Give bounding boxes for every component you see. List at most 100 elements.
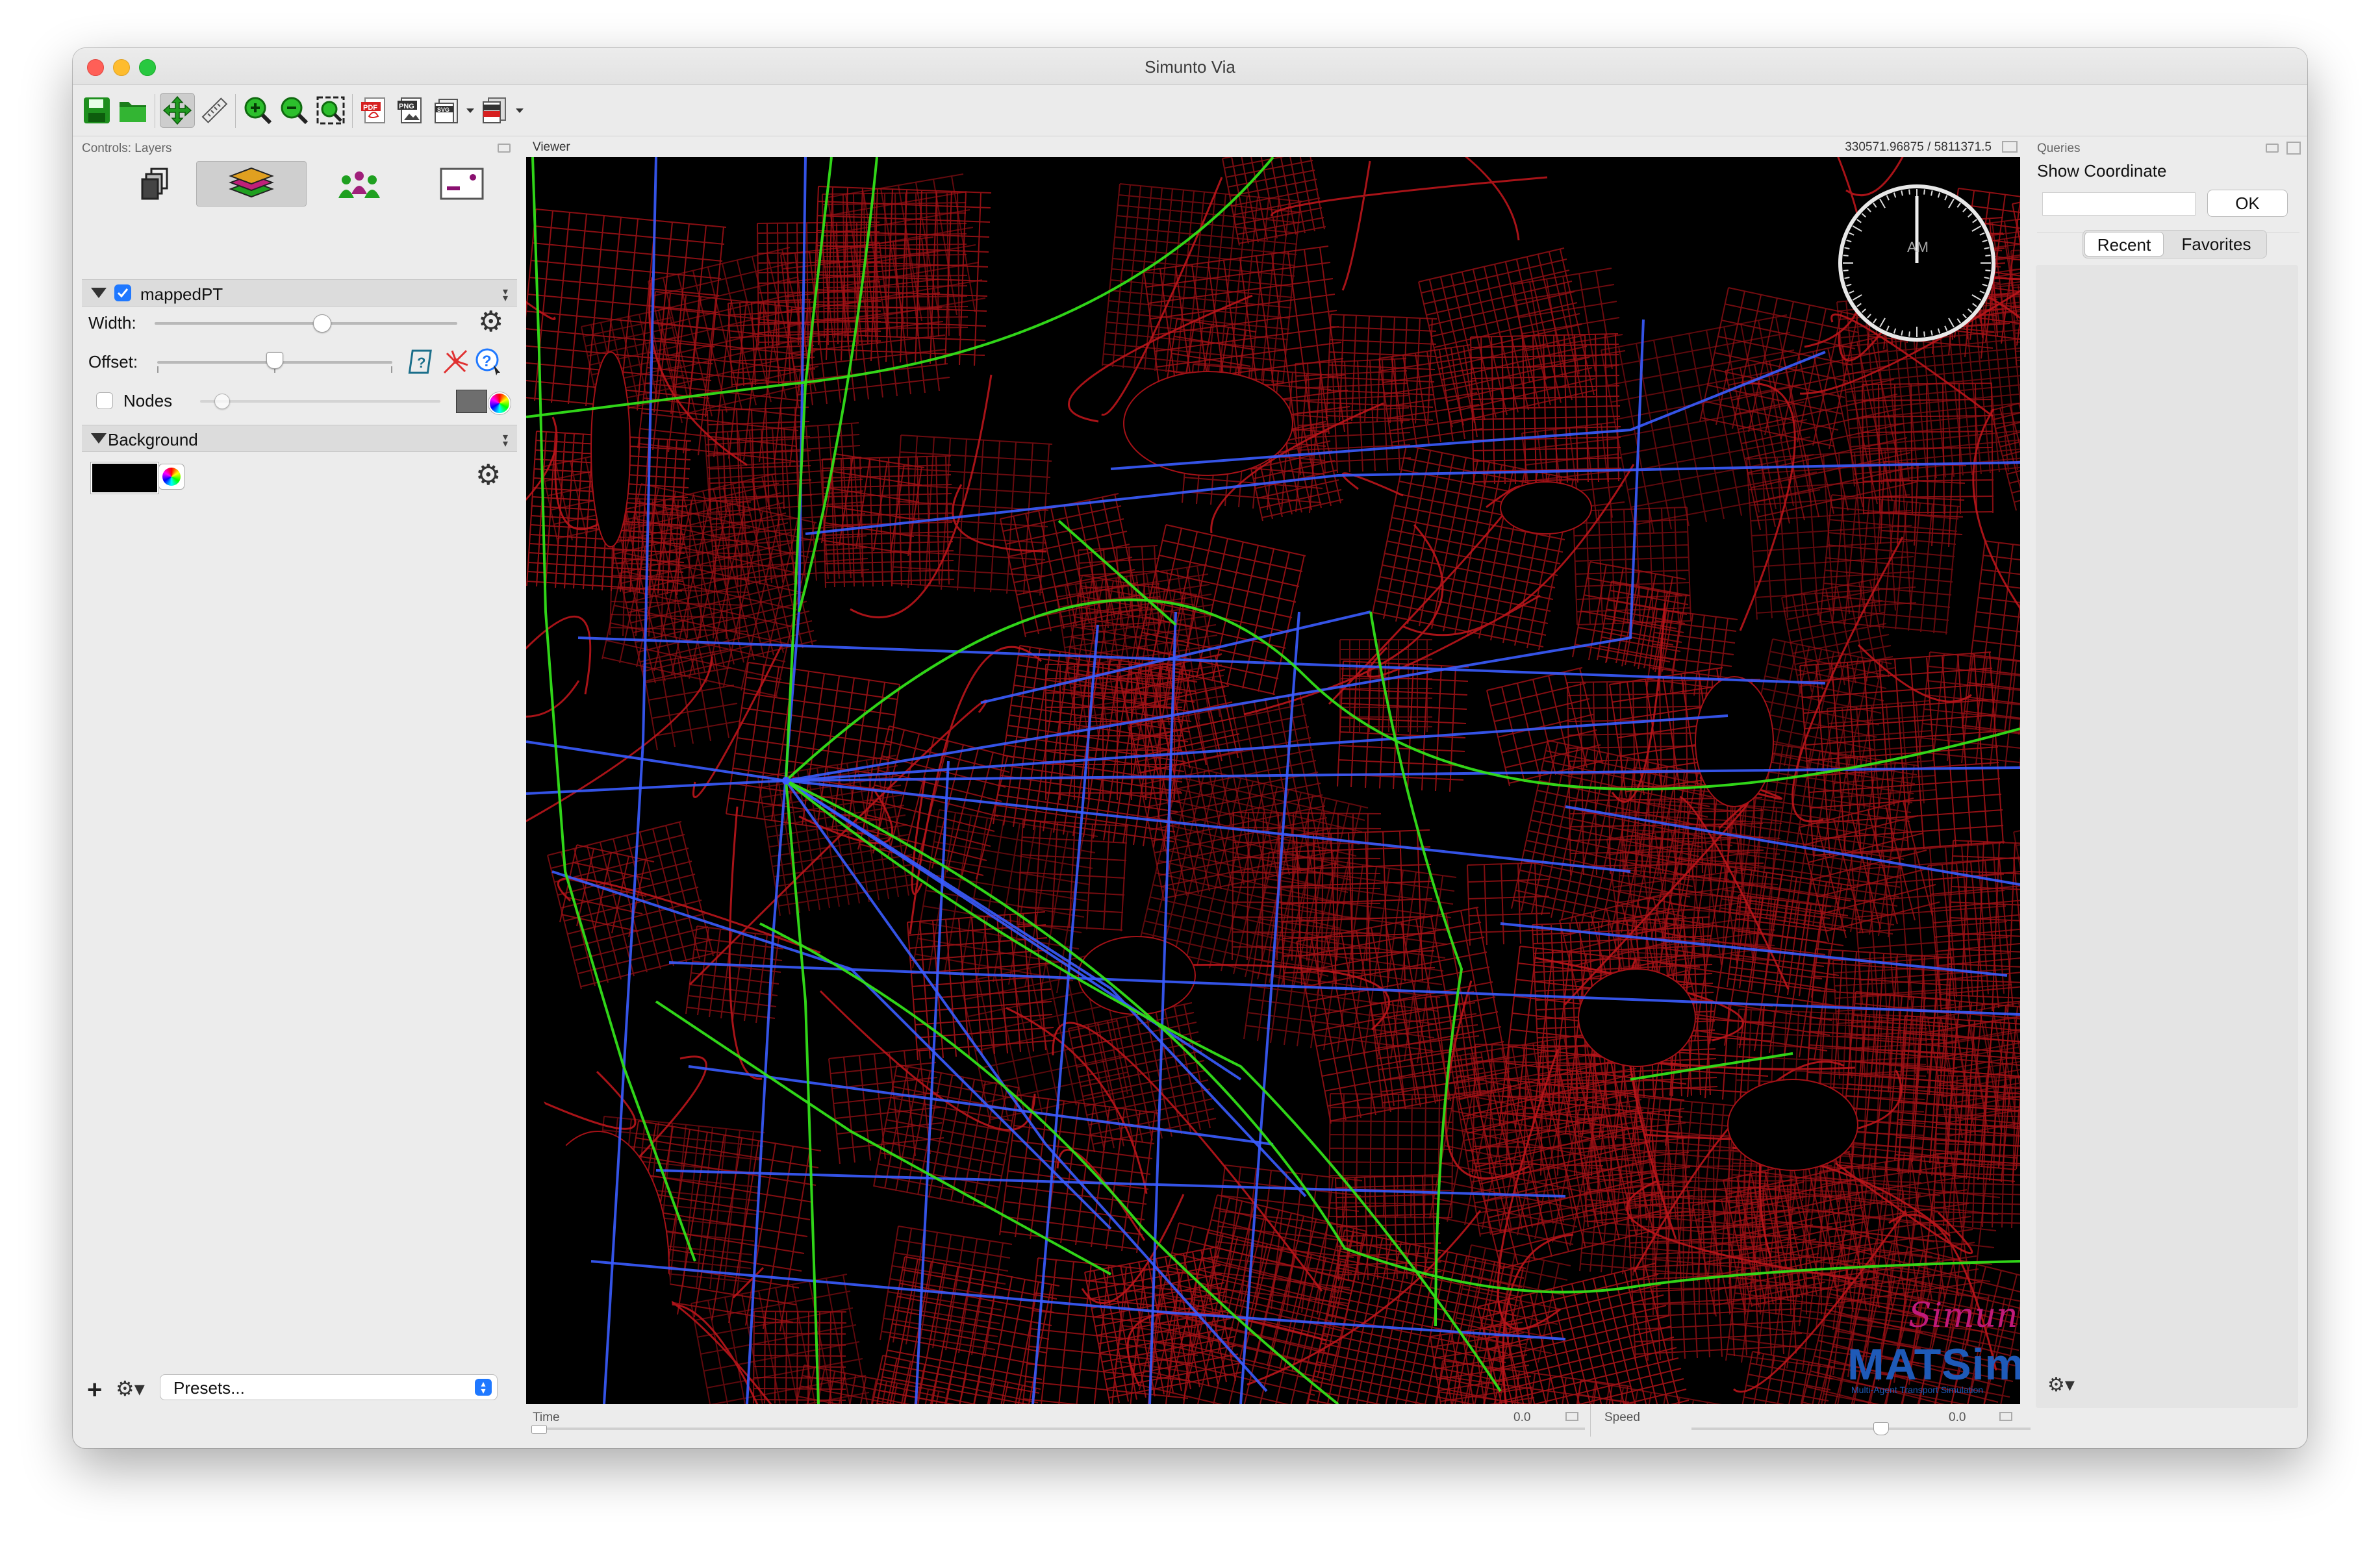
clock-am-label: AM (1907, 239, 1929, 255)
chevron-down-icon[interactable] (516, 108, 524, 113)
pin-panel-icon[interactable] (1999, 1412, 2012, 1421)
save-button[interactable] (79, 93, 114, 128)
clock-widget: AM (1838, 184, 1995, 342)
speed-slider-knob[interactable] (1873, 1422, 1889, 1435)
background-color-picker[interactable] (158, 464, 184, 490)
svg-text:PDF: PDF (363, 104, 377, 112)
export-multi-button[interactable] (477, 93, 512, 128)
color-wheel-icon[interactable] (488, 392, 511, 414)
speed-value: 0.0 (1949, 1411, 1966, 1424)
settings-gear-menu-icon[interactable]: ⚙▾ (116, 1378, 145, 1399)
export-png-button[interactable]: PNG (394, 93, 429, 128)
width-slider-knob[interactable] (313, 314, 331, 333)
pan-tool-button[interactable] (160, 93, 195, 128)
open-space-area (1078, 936, 1196, 1015)
settings-gear-menu-icon[interactable]: ⚙▾ (2047, 1376, 2075, 1395)
title-bar: Simunto Via (73, 48, 2307, 85)
pin-panel-icon[interactable] (1565, 1412, 1578, 1421)
controls-tab-bar (82, 157, 516, 209)
maximize-icon[interactable] (2286, 142, 2301, 155)
open-button[interactable] (116, 93, 151, 128)
width-label: Width: (88, 313, 136, 333)
presets-label: Presets... (173, 1378, 245, 1398)
tab-legend[interactable] (407, 161, 517, 207)
double-chevron-down-icon[interactable]: ▾ ▾ (503, 433, 508, 449)
nodes-size-slider[interactable] (200, 400, 440, 403)
ok-button[interactable]: OK (2207, 190, 2288, 217)
nodes-slider-knob[interactable] (214, 394, 230, 409)
help-icon[interactable]: ? (474, 347, 503, 379)
disclosure-triangle-icon[interactable] (91, 288, 107, 298)
layer-section-background[interactable]: Background ▾ ▾ (82, 425, 517, 452)
window-title: Simunto Via (1145, 57, 1235, 77)
nodes-checkbox[interactable] (96, 392, 113, 409)
matsim-logo: MATSim (1847, 1340, 2020, 1389)
layer-name: mappedPT (140, 284, 223, 304)
tab-favorites[interactable]: Favorites (2168, 232, 2265, 257)
queries-tabs: Recent Favorites (2082, 230, 2267, 258)
open-space-area (1727, 1079, 1858, 1171)
open-space-area (1500, 481, 1592, 535)
time-slider[interactable] (533, 1428, 1585, 1430)
open-space-area (590, 351, 631, 547)
presets-select[interactable]: Presets... ▴ ▾ (160, 1374, 498, 1400)
gear-icon[interactable]: ⚙ (475, 461, 501, 490)
clock-tick (1908, 331, 1910, 337)
data-sources-icon (141, 168, 168, 200)
time-label: Time (533, 1411, 560, 1424)
help-query-icon[interactable]: ? (408, 347, 437, 379)
zoom-in-icon (244, 97, 272, 125)
clock-tick (1908, 189, 1910, 195)
export-pdf-button[interactable]: PDF (357, 93, 392, 128)
export-pdf-icon: PDF (361, 97, 385, 123)
viewer-panel: Viewer 330571.96875 / 5811371.5 AM Simun… (526, 138, 2068, 1446)
time-value: 0.0 (1513, 1411, 1531, 1424)
disclosure-triangle-icon[interactable] (91, 433, 107, 444)
width-slider[interactable] (155, 322, 457, 325)
chevron-down-icon[interactable] (466, 108, 474, 113)
measure-ruler-icon (201, 97, 228, 123)
svg-text:SVG: SVG (437, 107, 449, 113)
add-layer-plus-icon[interactable]: + (87, 1377, 102, 1403)
pin-panel-icon[interactable] (498, 144, 511, 153)
simunto-logo: Simunto (1908, 1296, 2020, 1335)
background-color-swatch[interactable] (91, 462, 158, 494)
query-results-area (2036, 265, 2298, 1408)
zoom-in-button[interactable] (240, 93, 275, 128)
map-canvas[interactable]: AM Simunto MATSim Multi-Agent Transport … (526, 157, 2020, 1404)
network-map[interactable] (526, 157, 2020, 1404)
cursor-coordinates: 330571.96875 / 5811371.5 (1845, 140, 1992, 154)
maximize-icon[interactable] (2002, 141, 2018, 153)
gear-icon[interactable]: ⚙ (478, 308, 503, 336)
measure-tool-button[interactable] (196, 93, 231, 128)
queries-panel: Queries Show Coordinate OK Recent Favori… (2031, 138, 2306, 1446)
nodes-color-swatch[interactable] (456, 390, 487, 413)
checkmark-icon (117, 288, 129, 298)
layer-visible-checkbox[interactable] (114, 284, 131, 301)
offset-label: Offset: (88, 352, 138, 371)
time-slider-knob[interactable] (531, 1425, 547, 1434)
clock-tick (1923, 331, 1925, 337)
app-window: Simunto Via PDF PNG SVG Controls: Layers… (73, 48, 2307, 1448)
layer-section-mappedpt[interactable]: mappedPT ▾ ▾ (82, 279, 517, 307)
tab-agents[interactable] (304, 161, 414, 207)
zoom-out-button[interactable] (277, 93, 312, 128)
network-tool-icon[interactable] (442, 347, 470, 379)
tab-data-sources[interactable] (101, 161, 212, 207)
offset-slider-knob[interactable] (266, 352, 283, 369)
nodes-label: Nodes (123, 391, 173, 410)
open-folder-icon (120, 102, 146, 122)
zoom-fit-button[interactable] (313, 93, 348, 128)
tab-recent[interactable]: Recent (2084, 232, 2164, 257)
open-space-area (1578, 968, 1696, 1067)
matsim-logo-subtitle: Multi-Agent Transport Simulation (1851, 1385, 1984, 1395)
tab-layers[interactable] (196, 161, 307, 207)
double-chevron-down-icon[interactable]: ▾ ▾ (503, 287, 508, 304)
zoom-out-icon (281, 97, 309, 125)
clock-tick (1843, 255, 1849, 257)
coordinate-input[interactable] (2042, 192, 2196, 216)
pin-panel-icon[interactable] (2266, 144, 2279, 153)
pan-move-icon (162, 95, 192, 125)
export-svg-button[interactable]: SVG (430, 93, 465, 128)
clock-tick (1985, 270, 1991, 271)
